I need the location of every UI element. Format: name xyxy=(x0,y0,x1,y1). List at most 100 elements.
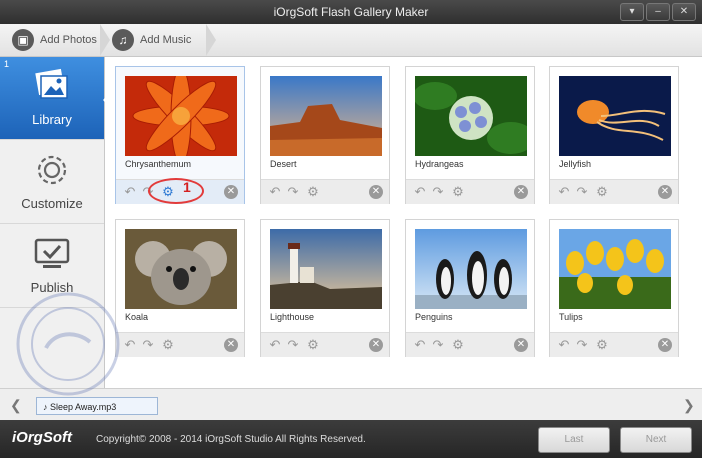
photo-thumbnail xyxy=(559,229,671,309)
settings-gear-icon[interactable]: ⚙ xyxy=(160,337,176,353)
settings-gear-icon[interactable]: ⚙ xyxy=(305,337,321,353)
photo-tile[interactable]: Hydrangeas ↶ ↷ ⚙ ✕ xyxy=(405,66,535,204)
add-photos-button[interactable]: ▣ Add Photos xyxy=(12,28,97,52)
footer: iOrgSoft Copyright© 2008 - 2014 iOrgSoft… xyxy=(0,420,702,458)
sidebar-item-customize[interactable]: Customize xyxy=(0,141,104,224)
photo-name: Lighthouse xyxy=(270,312,315,322)
photo-thumbnail xyxy=(125,76,237,156)
monitor-check-icon xyxy=(34,238,70,268)
minimize-icon[interactable]: – xyxy=(646,3,670,21)
settings-gear-icon[interactable]: ⚙ xyxy=(450,184,466,200)
photos-icon xyxy=(35,68,68,99)
sidebar-item-publish[interactable]: Publish xyxy=(0,225,104,308)
photo-name: Hydrangeas xyxy=(415,159,464,169)
rotate-left-icon[interactable]: ↶ xyxy=(122,184,138,200)
photo-name: Desert xyxy=(270,159,297,169)
music-timeline: ❮ ♪ Sleep Away.mp3 ❯ xyxy=(0,388,702,421)
settings-gear-icon[interactable]: ⚙ xyxy=(450,337,466,353)
photo-toolbar: ↶ ↷ ⚙ ✕ xyxy=(406,332,534,357)
settings-gear-icon[interactable]: ⚙ xyxy=(594,337,610,353)
brand-logo: iOrgSoft xyxy=(12,429,72,446)
photo-thumbnail xyxy=(270,76,382,156)
delete-icon[interactable]: ✕ xyxy=(369,185,383,199)
rotate-left-icon[interactable]: ↶ xyxy=(412,184,428,200)
rotate-right-icon[interactable]: ↷ xyxy=(285,337,301,353)
photo-name: Koala xyxy=(125,312,149,322)
copyright-text: Copyright© 2008 - 2014 iOrgSoft Studio A… xyxy=(96,434,366,445)
delete-icon[interactable]: ✕ xyxy=(224,185,238,199)
photo-tile[interactable]: Jellyfish ↶ ↷ ⚙ ✕ xyxy=(549,66,679,204)
photo-thumbnail xyxy=(415,229,527,309)
photo-tile[interactable]: Penguins ↶ ↷ ⚙ ✕ xyxy=(405,219,535,357)
sidebar-item-label: Publish xyxy=(30,280,74,295)
toolbar: ▣ Add Photos ♫ Add Music xyxy=(0,24,702,57)
sidebar-item-label: Customize xyxy=(21,196,83,211)
photo-toolbar: ↶ ↷ ⚙ ✕ xyxy=(406,179,534,204)
delete-icon[interactable]: ✕ xyxy=(514,185,528,199)
music-note-icon: ♪ xyxy=(43,402,51,412)
rotate-right-icon[interactable]: ↷ xyxy=(140,337,156,353)
photo-thumbnail xyxy=(415,76,527,156)
photo-toolbar: ↶ ↷ ⚙ ✕ xyxy=(116,332,244,357)
rotate-right-icon[interactable]: ↷ xyxy=(285,184,301,200)
next-button[interactable]: Next xyxy=(620,427,692,453)
rotate-right-icon[interactable]: ↷ xyxy=(574,337,590,353)
rotate-left-icon[interactable]: ↶ xyxy=(556,337,572,353)
photo-tile[interactable]: Koala ↶ ↷ ⚙ ✕ xyxy=(115,219,245,357)
rotate-right-icon[interactable]: ↷ xyxy=(430,184,446,200)
gear-icon xyxy=(37,155,67,185)
photo-thumbnail xyxy=(559,76,671,156)
photo-name: Penguins xyxy=(415,312,453,322)
photo-tile[interactable]: Lighthouse ↶ ↷ ⚙ ✕ xyxy=(260,219,390,357)
add-music-button[interactable]: ♫ Add Music xyxy=(112,28,191,52)
rotate-left-icon[interactable]: ↶ xyxy=(267,184,283,200)
annotation-number: 1 xyxy=(183,179,191,195)
toolbar-separator xyxy=(206,24,216,56)
window-title: iOrgSoft Flash Gallery Maker xyxy=(273,5,429,19)
sidebar-item-library[interactable]: 1 Library xyxy=(0,57,110,140)
music-track-name: Sleep Away.mp3 xyxy=(50,402,117,412)
menu-dropdown-icon[interactable]: ▾ xyxy=(620,3,644,21)
delete-icon[interactable]: ✕ xyxy=(369,338,383,352)
photo-tile[interactable]: Tulips ↶ ↷ ⚙ ✕ xyxy=(549,219,679,357)
last-button[interactable]: Last xyxy=(538,427,610,453)
toolbar-separator xyxy=(100,24,110,56)
sidebar: 1 Library Customize Publish xyxy=(0,57,110,388)
add-music-icon: ♫ xyxy=(112,29,134,51)
title-bar: iOrgSoft Flash Gallery Maker ▾ – ✕ xyxy=(0,0,702,24)
photo-toolbar: ↶ ↷ ⚙ ✕ xyxy=(261,332,389,357)
step-number: 1 xyxy=(4,59,10,69)
rotate-right-icon[interactable]: ↷ xyxy=(430,337,446,353)
sidebar-item-label: Library xyxy=(32,112,72,127)
rotate-right-icon[interactable]: ↷ xyxy=(574,184,590,200)
add-photos-label: Add Photos xyxy=(40,34,97,46)
delete-icon[interactable]: ✕ xyxy=(658,338,672,352)
delete-icon[interactable]: ✕ xyxy=(514,338,528,352)
delete-icon[interactable]: ✕ xyxy=(224,338,238,352)
photo-library: Chrysanthemum ↶ ↷ ⚙ ✕ Desert ↶ ↷ ⚙ ✕ Hyd… xyxy=(105,57,702,388)
photo-tile[interactable]: Desert ↶ ↷ ⚙ ✕ xyxy=(260,66,390,204)
photo-thumbnail xyxy=(270,229,382,309)
photo-name: Jellyfish xyxy=(559,159,592,169)
photo-toolbar: ↶ ↷ ⚙ ✕ xyxy=(261,179,389,204)
rotate-left-icon[interactable]: ↶ xyxy=(267,337,283,353)
photo-thumbnail xyxy=(125,229,237,309)
rotate-left-icon[interactable]: ↶ xyxy=(122,337,138,353)
close-icon[interactable]: ✕ xyxy=(672,3,696,21)
settings-gear-icon[interactable]: ⚙ xyxy=(594,184,610,200)
annotation-circle xyxy=(148,178,204,204)
window-controls: ▾ – ✕ xyxy=(620,3,696,21)
scroll-right-icon[interactable]: ❯ xyxy=(683,397,695,414)
add-music-label: Add Music xyxy=(140,34,192,46)
photo-toolbar: ↶ ↷ ⚙ ✕ xyxy=(550,179,678,204)
photo-name: Tulips xyxy=(559,312,583,322)
delete-icon[interactable]: ✕ xyxy=(658,185,672,199)
photo-name: Chrysanthemum xyxy=(125,159,192,169)
scroll-left-icon[interactable]: ❮ xyxy=(10,397,22,414)
rotate-left-icon[interactable]: ↶ xyxy=(556,184,572,200)
photo-toolbar: ↶ ↷ ⚙ ✕ xyxy=(550,332,678,357)
settings-gear-icon[interactable]: ⚙ xyxy=(305,184,321,200)
add-photo-icon: ▣ xyxy=(12,29,34,51)
music-track[interactable]: ♪ Sleep Away.mp3 xyxy=(36,397,158,415)
rotate-left-icon[interactable]: ↶ xyxy=(412,337,428,353)
